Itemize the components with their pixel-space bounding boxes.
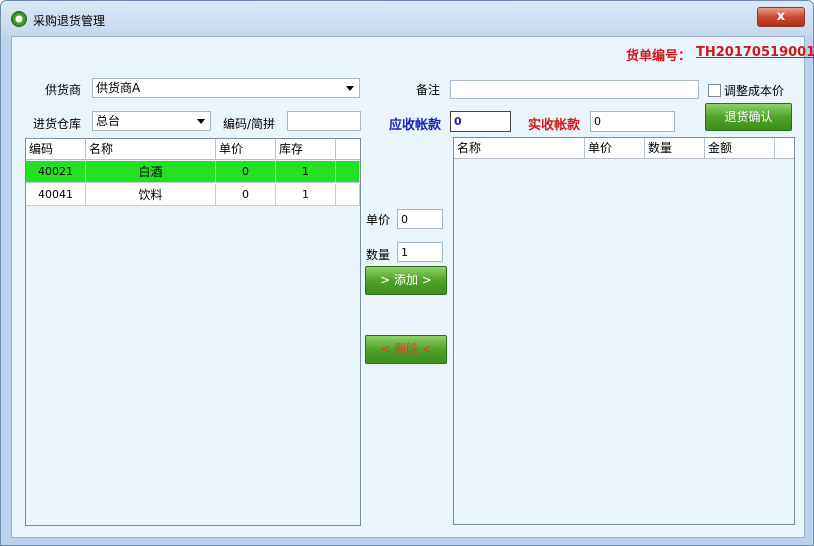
price-label: 单价 <box>366 213 391 227</box>
column-header[interactable]: 数量 <box>645 138 705 158</box>
table-cell: 1 <box>276 161 336 183</box>
add-button[interactable]: > 添加 > <box>365 266 447 295</box>
table-cell: 0 <box>216 184 276 206</box>
main-window: 采购退货管理 x 货单编号： TH20170519001 供货商 供货商A 备注… <box>0 0 814 546</box>
order-number-label: 货单编号： <box>626 49 692 64</box>
supplier-label: 供货商 <box>45 83 82 97</box>
table-cell-empty <box>336 161 360 183</box>
table-cell: 饮料 <box>86 184 216 206</box>
code-search-input[interactable] <box>287 111 361 131</box>
table-row[interactable]: 40041 饮料 0 1 <box>26 184 360 206</box>
table-row[interactable]: 40021 白酒 0 1 <box>26 161 360 183</box>
column-header[interactable]: 单价 <box>216 139 276 159</box>
close-button[interactable]: x <box>757 7 805 27</box>
price-input[interactable]: 0 <box>397 209 443 229</box>
product-table: 编码 名称 单价 库存 40021 白酒 0 1 40041 饮料 0 1 <box>25 138 361 526</box>
order-number-value: TH20170519001 <box>696 45 814 60</box>
qty-label: 数量 <box>366 248 391 262</box>
remark-label: 备注 <box>416 83 441 97</box>
received-input[interactable]: 0 <box>590 111 675 132</box>
window-title: 采购退货管理 <box>33 14 106 28</box>
received-label: 实收帐款 <box>528 118 581 133</box>
warehouse-select[interactable]: 总台 <box>92 111 211 131</box>
app-logo-icon <box>11 11 27 27</box>
title-bar: 采购退货管理 x <box>1 1 813 35</box>
supplier-select-value: 供货商A <box>96 81 141 95</box>
delete-button[interactable]: < 删除 < <box>365 335 447 364</box>
table-cell: 1 <box>276 184 336 206</box>
column-header[interactable]: 库存 <box>276 139 336 159</box>
adjust-cost-checkbox[interactable] <box>708 84 721 97</box>
product-table-header: 编码 名称 单价 库存 <box>26 139 360 160</box>
client-area: 货单编号： TH20170519001 供货商 供货商A 备注 调整成本价 进货… <box>11 36 814 538</box>
return-confirm-button[interactable]: 退货确认 <box>705 103 792 131</box>
warehouse-label: 进货仓库 <box>33 117 82 131</box>
table-cell-empty <box>336 184 360 206</box>
column-header[interactable]: 名称 <box>86 139 216 159</box>
table-cell: 40021 <box>26 161 86 183</box>
chevron-down-icon <box>346 86 354 91</box>
column-header[interactable]: 编码 <box>26 139 86 159</box>
qty-input[interactable]: 1 <box>397 242 443 262</box>
column-header[interactable]: 单价 <box>585 138 645 158</box>
return-items-table: 名称 单价 数量 金额 <box>453 137 795 525</box>
receivable-label: 应收帐款 <box>389 118 442 133</box>
adjust-cost-label: 调整成本价 <box>724 84 785 98</box>
column-header[interactable]: 名称 <box>454 138 585 158</box>
table-cell: 0 <box>216 161 276 183</box>
code-search-label: 编码/简拼 <box>223 117 276 131</box>
warehouse-select-value: 总台 <box>96 114 121 128</box>
column-header[interactable]: 金额 <box>705 138 775 158</box>
table-cell: 40041 <box>26 184 86 206</box>
supplier-select[interactable]: 供货商A <box>92 78 360 98</box>
receivable-input[interactable]: 0 <box>450 111 511 132</box>
table-cell: 白酒 <box>86 161 216 183</box>
return-items-header: 名称 单价 数量 金额 <box>454 138 794 159</box>
remark-input[interactable] <box>450 80 699 99</box>
chevron-down-icon <box>197 119 205 124</box>
